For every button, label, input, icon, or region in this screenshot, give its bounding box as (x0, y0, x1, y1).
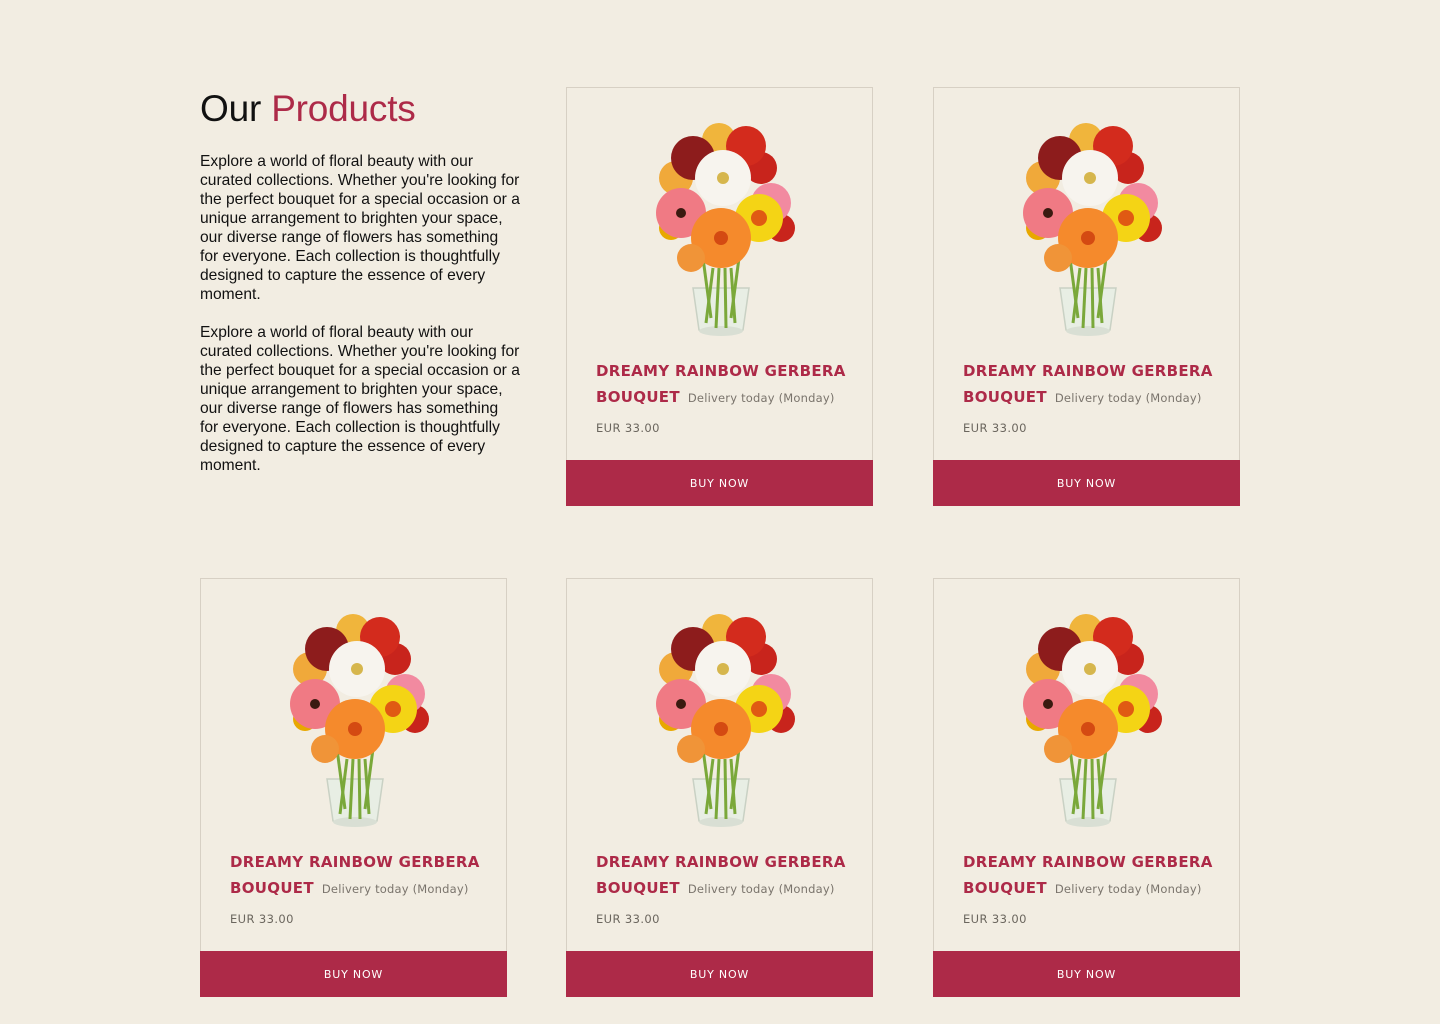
products-intro: Our Products Explore a world of floral b… (200, 88, 520, 475)
product-image[interactable] (934, 88, 1239, 343)
buy-now-button[interactable]: BUY NOW (933, 951, 1240, 997)
buy-now-button[interactable]: BUY NOW (566, 951, 873, 997)
product-name[interactable]: DREAMY RAINBOW GERBERA BOUQUET Delivery t… (230, 849, 490, 902)
product-card[interactable]: DREAMY RAINBOW GERBERA BOUQUET Delivery t… (200, 578, 507, 997)
gerbera-bouquet-icon (1021, 612, 1164, 829)
product-card[interactable]: DREAMY RAINBOW GERBERA BOUQUET Delivery t… (566, 87, 873, 506)
gerbera-bouquet-icon (654, 121, 797, 338)
products-page: Our Products Explore a world of floral b… (0, 0, 1440, 1024)
product-price: EUR 33.00 (596, 421, 660, 435)
delivery-info: Delivery today (Monday) (1054, 882, 1202, 896)
product-card[interactable]: DREAMY RAINBOW GERBERA BOUQUET Delivery t… (933, 87, 1240, 506)
buy-now-button[interactable]: BUY NOW (200, 951, 507, 997)
delivery-info: Delivery today (Monday) (687, 882, 835, 896)
product-name[interactable]: DREAMY RAINBOW GERBERA BOUQUET Delivery t… (596, 849, 856, 902)
product-name[interactable]: DREAMY RAINBOW GERBERA BOUQUET Delivery t… (596, 358, 856, 411)
section-title: Our Products (200, 88, 520, 130)
delivery-info: Delivery today (Monday) (687, 391, 835, 405)
product-name[interactable]: DREAMY RAINBOW GERBERA BOUQUET Delivery t… (963, 849, 1223, 902)
gerbera-bouquet-icon (654, 612, 797, 829)
product-price: EUR 33.00 (963, 421, 1027, 435)
section-title-part1: Our (200, 88, 262, 129)
product-price: EUR 33.00 (963, 912, 1027, 926)
buy-now-button[interactable]: BUY NOW (933, 460, 1240, 506)
intro-paragraph: Explore a world of floral beauty with ou… (200, 324, 520, 474)
delivery-info: Delivery today (Monday) (1054, 391, 1202, 405)
product-image[interactable] (201, 579, 506, 834)
delivery-info: Delivery today (Monday) (321, 882, 469, 896)
product-card[interactable]: DREAMY RAINBOW GERBERA BOUQUET Delivery t… (566, 578, 873, 997)
gerbera-bouquet-icon (288, 612, 431, 829)
product-image[interactable] (567, 88, 872, 343)
product-image[interactable] (567, 579, 872, 834)
product-price: EUR 33.00 (230, 912, 294, 926)
buy-now-button[interactable]: BUY NOW (566, 460, 873, 506)
intro-paragraph: Explore a world of floral beauty with ou… (200, 153, 520, 303)
product-name[interactable]: DREAMY RAINBOW GERBERA BOUQUET Delivery t… (963, 358, 1223, 411)
product-image[interactable] (934, 579, 1239, 834)
gerbera-bouquet-icon (1021, 121, 1164, 338)
product-card[interactable]: DREAMY RAINBOW GERBERA BOUQUET Delivery t… (933, 578, 1240, 997)
section-title-part2: Products (271, 88, 416, 129)
product-price: EUR 33.00 (596, 912, 660, 926)
